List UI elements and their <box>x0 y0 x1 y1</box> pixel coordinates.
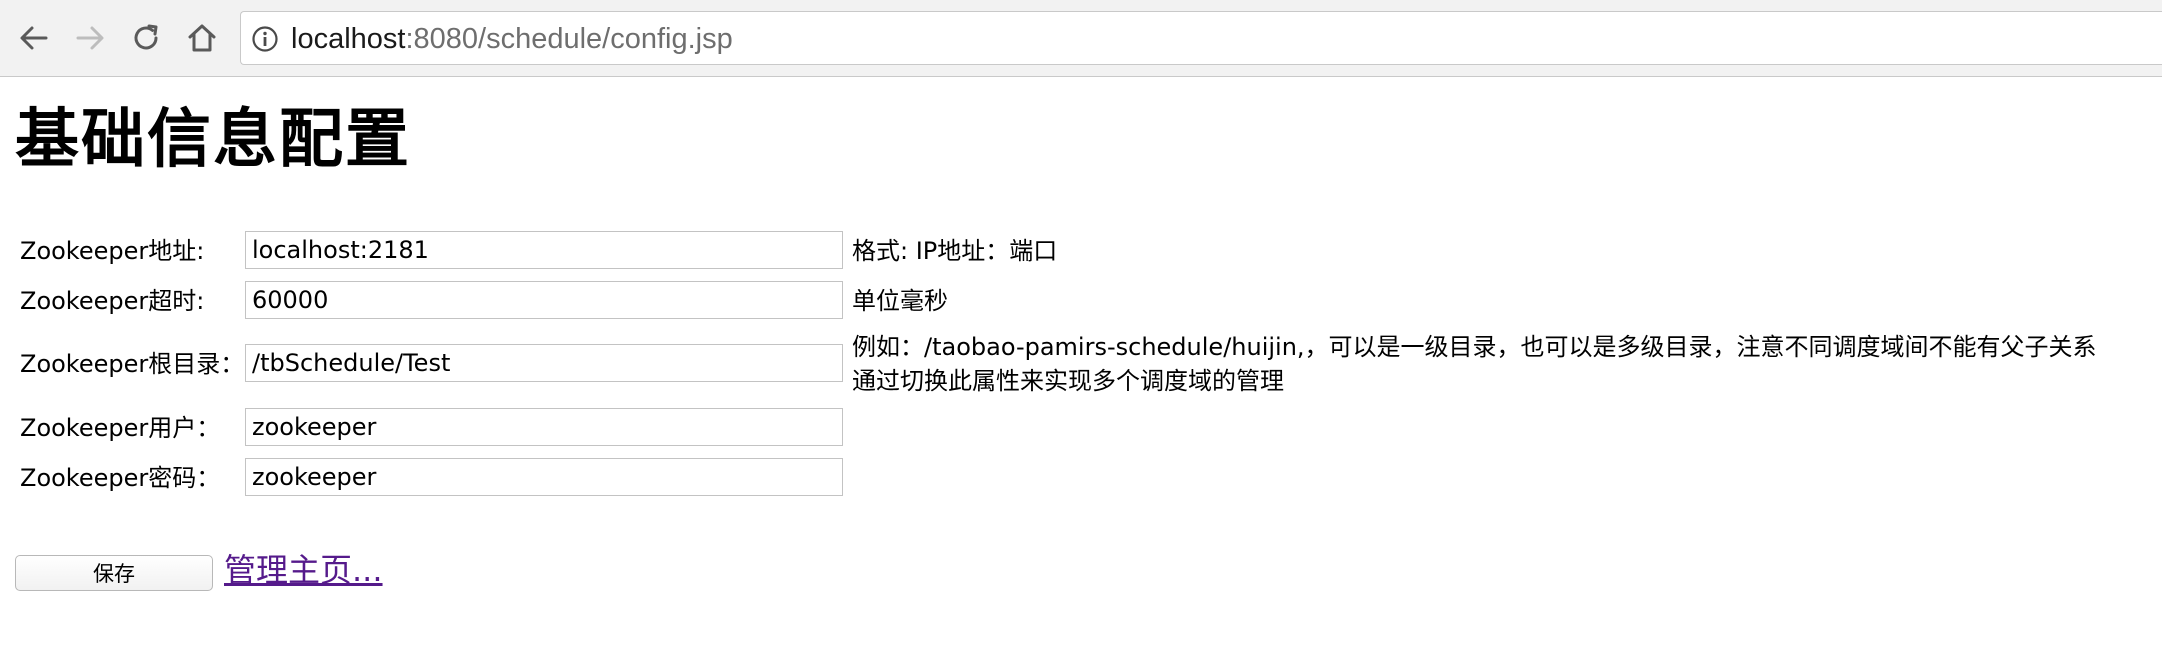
url-path: :8080/schedule/config.jsp <box>405 23 733 55</box>
zookeeper-password-input[interactable] <box>245 458 843 496</box>
reload-button[interactable] <box>126 18 166 58</box>
zookeeper-user-input[interactable] <box>245 408 843 446</box>
home-icon <box>188 24 216 52</box>
url-host: localhost <box>291 23 406 55</box>
url-text[interactable]: localhost:8080/schedule/config.jsp <box>291 22 733 56</box>
zookeeper-root-hint-line1: 例如：/taobao-pamirs-schedule/huijin,，可以是一级… <box>852 333 2097 361</box>
save-button[interactable]: 保存 <box>15 555 213 591</box>
admin-home-link[interactable]: 管理主页... <box>224 549 383 591</box>
back-arrow-icon <box>20 26 48 50</box>
browser-toolbar: localhost:8080/schedule/config.jsp <box>0 0 2162 77</box>
page-title: 基础信息配置 <box>15 103 411 177</box>
home-button[interactable] <box>182 18 222 58</box>
back-button[interactable] <box>14 18 54 58</box>
zookeeper-user-label: Zookeeper用户： <box>20 414 221 442</box>
address-bar[interactable]: localhost:8080/schedule/config.jsp <box>240 11 2162 65</box>
zookeeper-timeout-label: Zookeeper超时: <box>20 287 205 315</box>
zookeeper-address-label: Zookeeper地址: <box>20 237 205 265</box>
zookeeper-password-label: Zookeeper密码： <box>20 464 221 492</box>
zookeeper-root-label: Zookeeper根目录： <box>20 350 245 378</box>
zookeeper-timeout-hint: 单位毫秒 <box>852 287 948 315</box>
reload-icon <box>134 24 158 50</box>
info-icon[interactable] <box>251 25 279 53</box>
zookeeper-root-input[interactable] <box>245 344 843 382</box>
forward-button[interactable] <box>70 18 110 58</box>
zookeeper-timeout-input[interactable] <box>245 281 843 319</box>
forward-arrow-icon <box>76 26 104 50</box>
zookeeper-address-input[interactable] <box>245 231 843 269</box>
zookeeper-root-hint-line2: 通过切换此属性来实现多个调度域的管理 <box>852 367 1284 395</box>
zookeeper-address-hint: 格式: IP地址：端口 <box>852 237 1058 265</box>
